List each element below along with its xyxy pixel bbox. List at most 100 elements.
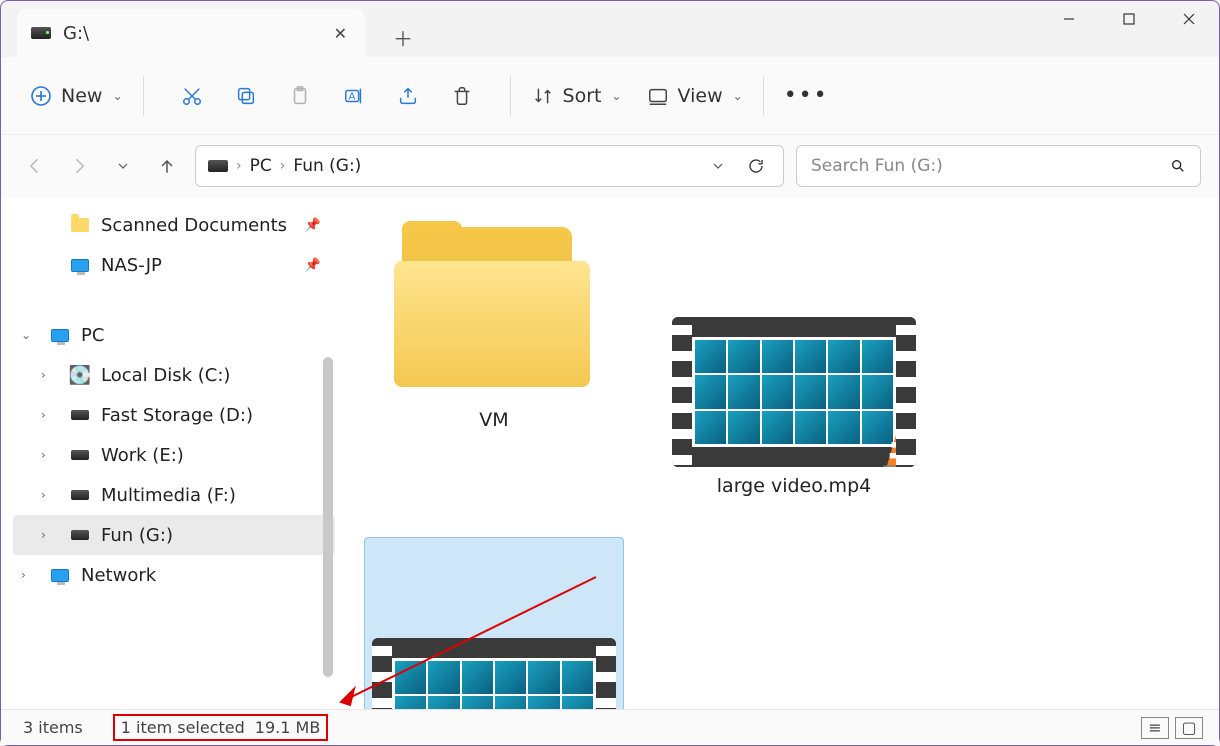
chevron-right-icon[interactable]: ›: [21, 568, 39, 582]
close-tab-button[interactable]: ✕: [330, 20, 351, 47]
file-list[interactable]: VM large video.mp4 Small Video.mp4: [336, 197, 1219, 709]
sidebar-item-work-e[interactable]: › Work (E:): [13, 435, 335, 475]
sort-icon: [531, 84, 555, 108]
tree-label: Multimedia (F:): [101, 485, 236, 506]
file-item-small-video[interactable]: Small Video.mp4: [364, 537, 624, 709]
drive-icon: [71, 530, 89, 540]
chevron-right-icon: ›: [236, 158, 242, 174]
annotation-highlight: 1 item selected 19.1 MB: [113, 714, 329, 741]
sort-label: Sort: [563, 85, 602, 107]
separator: [510, 76, 511, 116]
chevron-right-icon[interactable]: ›: [41, 488, 59, 502]
history-dropdown-button[interactable]: [703, 151, 733, 181]
maximize-button[interactable]: [1099, 1, 1159, 37]
separator: [763, 76, 764, 116]
video-thumbnail: [372, 638, 616, 709]
chevron-right-icon[interactable]: ›: [41, 368, 59, 382]
drive-icon: [71, 410, 89, 420]
view-label: View: [678, 85, 723, 107]
tree-label: Work (E:): [101, 445, 184, 466]
thumbnails-view-button[interactable]: ▢: [1175, 717, 1203, 739]
cut-button[interactable]: [170, 78, 214, 114]
drive-icon: [31, 27, 51, 39]
video-thumbnail: [672, 317, 916, 467]
chevron-down-icon: ⌄: [733, 89, 743, 103]
chevron-right-icon[interactable]: ›: [41, 408, 59, 422]
new-button[interactable]: New ⌄: [19, 78, 133, 114]
vlc-icon: [878, 433, 914, 467]
sidebar-item-fun-g[interactable]: › Fun (G:): [13, 515, 335, 555]
main-area: Scanned Documents 📌 NAS-JP 📌 ⌄ PC › 💽 Lo…: [1, 197, 1219, 709]
new-label: New: [61, 85, 102, 107]
nav-recent-button[interactable]: [107, 150, 139, 182]
status-size: 19.1 MB: [255, 718, 321, 737]
tab-current[interactable]: G:\ ✕: [17, 9, 365, 57]
share-button[interactable]: [386, 78, 430, 114]
breadcrumb-pc[interactable]: PC: [250, 156, 272, 176]
file-item-vm[interactable]: VM: [364, 213, 624, 439]
refresh-button[interactable]: [741, 151, 771, 181]
view-button[interactable]: View ⌄: [636, 78, 753, 114]
share-icon: [396, 84, 420, 108]
rename-button[interactable]: A: [332, 78, 376, 114]
tree-label: Network: [81, 565, 156, 586]
scrollbar[interactable]: [319, 197, 333, 709]
view-icon: [646, 84, 670, 108]
drive-icon: [71, 490, 89, 500]
ellipsis-icon: •••: [784, 83, 829, 108]
sidebar-item-network[interactable]: › Network: [13, 555, 335, 595]
breadcrumb-current[interactable]: Fun (G:): [293, 156, 361, 176]
address-row: › PC › Fun (G:) Search Fun (G:): [1, 135, 1219, 197]
sidebar-item-pc[interactable]: ⌄ PC: [13, 315, 335, 355]
scissors-icon: [180, 84, 204, 108]
file-name: large video.mp4: [717, 475, 871, 497]
chevron-down-icon: ⌄: [611, 89, 621, 103]
tab-title: G:\: [63, 23, 318, 44]
rename-icon: A: [342, 84, 366, 108]
sort-button[interactable]: Sort ⌄: [521, 78, 632, 114]
pc-icon: [51, 329, 69, 342]
chevron-right-icon: ›: [280, 158, 286, 174]
tree-label: Fast Storage (D:): [101, 405, 253, 426]
navigation-pane[interactable]: Scanned Documents 📌 NAS-JP 📌 ⌄ PC › 💽 Lo…: [1, 197, 336, 709]
sidebar-item-local-disk-c[interactable]: › 💽 Local Disk (C:): [13, 355, 335, 395]
nav-back-button[interactable]: [19, 150, 51, 182]
trash-icon: [450, 84, 474, 108]
details-view-button[interactable]: ≡: [1141, 717, 1169, 739]
file-item-large-video[interactable]: large video.mp4: [664, 309, 924, 505]
nav-up-button[interactable]: [151, 150, 183, 182]
nav-forward-button[interactable]: [63, 150, 95, 182]
status-item-count: 3 items: [17, 718, 89, 737]
file-name: VM: [479, 409, 508, 431]
tree-label: Fun (G:): [101, 525, 173, 546]
chevron-right-icon[interactable]: ›: [41, 528, 59, 542]
titlebar: G:\ ✕ ＋: [1, 1, 1219, 57]
minimize-button[interactable]: [1039, 1, 1099, 37]
paste-button[interactable]: [278, 78, 322, 114]
close-window-button[interactable]: [1159, 1, 1219, 37]
chevron-down-icon[interactable]: ⌄: [21, 328, 39, 342]
chevron-right-icon[interactable]: ›: [41, 448, 59, 462]
svg-text:A: A: [348, 91, 355, 102]
address-bar[interactable]: › PC › Fun (G:): [195, 145, 784, 187]
clipboard-icon: [288, 84, 312, 108]
status-selection: 1 item selected: [121, 718, 245, 737]
toolbar: New ⌄ A Sort ⌄ View ⌄ •••: [1, 57, 1219, 135]
sidebar-item-multimedia-f[interactable]: › Multimedia (F:): [13, 475, 335, 515]
new-tab-button[interactable]: ＋: [383, 19, 423, 56]
search-placeholder: Search Fun (G:): [811, 156, 1170, 176]
copy-button[interactable]: [224, 78, 268, 114]
view-toggles: ≡ ▢: [1141, 717, 1203, 739]
separator: [143, 76, 144, 116]
search-input[interactable]: Search Fun (G:): [796, 145, 1201, 187]
delete-button[interactable]: [440, 78, 484, 114]
scrollbar-thumb[interactable]: [323, 357, 333, 677]
folder-icon: [71, 218, 89, 232]
tree-label: Scanned Documents: [101, 215, 287, 236]
window-controls: [1039, 1, 1219, 37]
more-button[interactable]: •••: [774, 77, 839, 114]
sidebar-item-fast-storage-d[interactable]: › Fast Storage (D:): [13, 395, 335, 435]
sidebar-item-scanned-documents[interactable]: Scanned Documents 📌: [13, 205, 335, 245]
tree-label: PC: [81, 325, 104, 346]
sidebar-item-nas-jp[interactable]: NAS-JP 📌: [13, 245, 335, 285]
